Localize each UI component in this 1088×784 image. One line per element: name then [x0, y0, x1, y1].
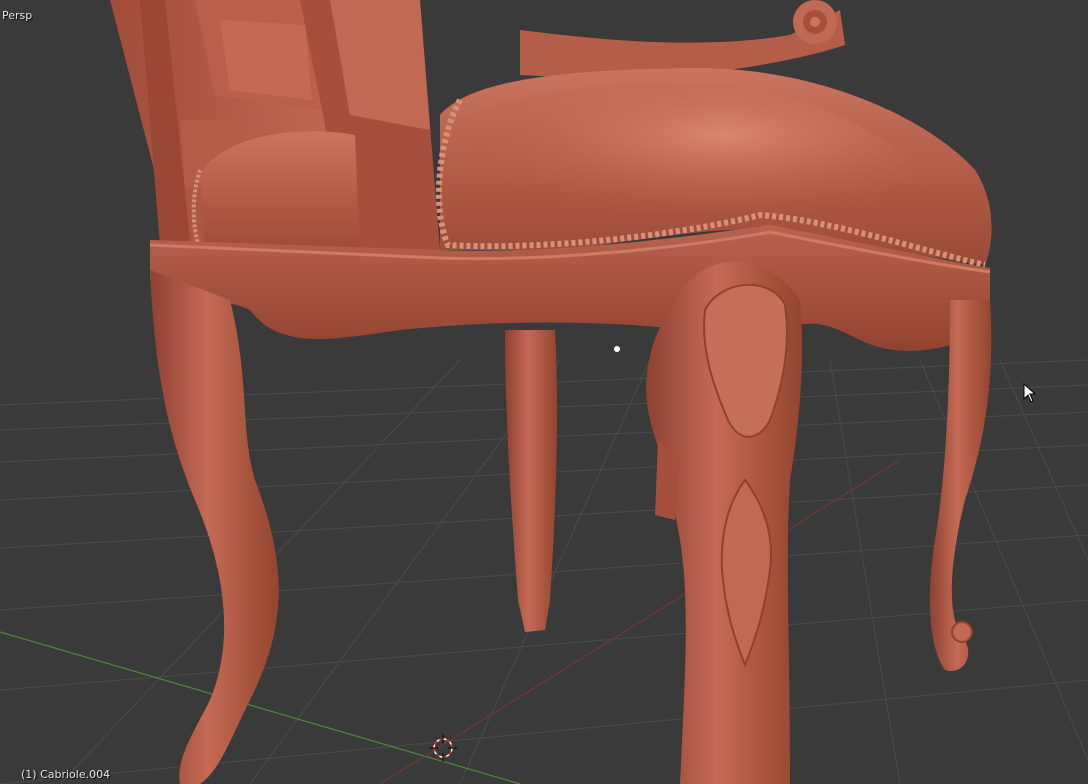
viewport-scene[interactable] — [0, 0, 1088, 784]
origin-dot-icon — [614, 346, 620, 352]
view-label: Persp — [2, 9, 33, 22]
leg-scroll-foot — [951, 621, 973, 643]
active-object-label: (1) Cabriole.004 — [21, 768, 111, 781]
3d-viewport[interactable]: Persp (1) Cabriole.004 — [0, 0, 1088, 784]
mouse-pointer-icon — [1023, 383, 1037, 403]
